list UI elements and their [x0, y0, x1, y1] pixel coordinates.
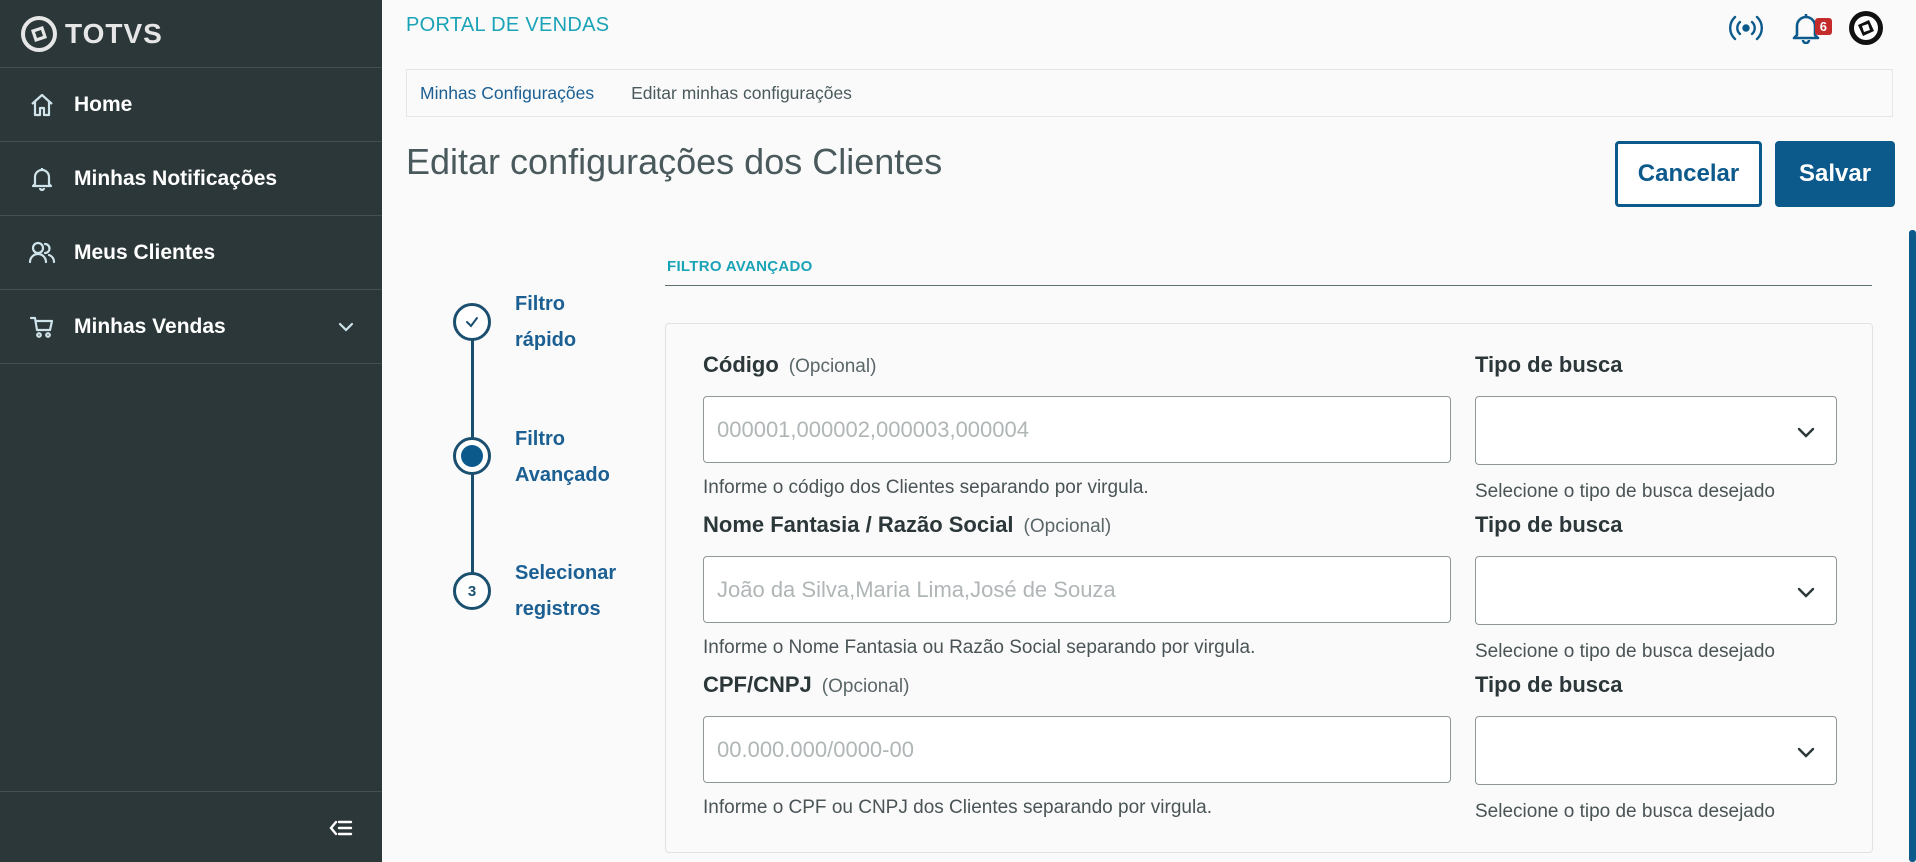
codigo-help: Informe o código dos Clientes separando … [703, 477, 1149, 498]
input-placeholder: João da Silva,Maria Lima,José de Souza [717, 576, 1116, 602]
page-title: Editar configurações dos Clientes [406, 141, 943, 182]
active-step-dot [461, 445, 483, 467]
save-button[interactable]: Salvar [1775, 141, 1895, 207]
step-3-label[interactable]: Selecionar registros [515, 555, 635, 627]
sidebar-item-label: Meus Clientes [74, 240, 216, 264]
user-profile-button[interactable] [1846, 8, 1886, 48]
search-type-select-cpf[interactable] [1475, 716, 1837, 785]
cpf-cnpj-help: Informe o CPF ou CNPJ dos Clientes separ… [703, 797, 1213, 818]
chevron-down-icon [1797, 427, 1815, 438]
step-1-circle[interactable] [453, 303, 491, 341]
totvs-logo-icon [1849, 11, 1883, 45]
sidebar-item-home[interactable]: Home [0, 68, 382, 142]
sidebar-item-notifications[interactable]: Minhas Notificações [0, 142, 382, 216]
nome-help: Informe o Nome Fantasia ou Razão Social … [703, 637, 1256, 658]
step-2-label[interactable]: Filtro Avançado [515, 421, 635, 493]
brand-name: TOTVS [65, 17, 163, 49]
chevron-down-icon[interactable] [336, 317, 356, 337]
breadcrumb: Minhas Configurações Editar minhas confi… [406, 69, 1893, 117]
input-placeholder: 000001,000002,000003,000004 [717, 416, 1029, 442]
field-label-text: Nome Fantasia / Razão Social [703, 512, 1014, 537]
page-scrollbar[interactable] [1909, 230, 1916, 862]
step-label-line1: Selecionar [515, 562, 617, 584]
advanced-filter-form: Código (Opcional) 000001,000002,000003,00… [665, 323, 1873, 853]
step-3-circle[interactable]: 3 [453, 572, 491, 610]
cancel-button[interactable]: Cancelar [1615, 141, 1762, 207]
optional-tag: (Opcional) [788, 356, 877, 377]
field-label-nome: Nome Fantasia / Razão Social (Opcional) [703, 512, 1111, 538]
chevron-down-icon [1797, 747, 1815, 758]
notifications-button[interactable]: 6 [1786, 8, 1832, 48]
users-icon [28, 239, 56, 267]
home-icon [28, 91, 56, 119]
section-divider [665, 285, 1872, 286]
sidebar-item-sales[interactable]: Minhas Vendas [0, 290, 382, 364]
header-actions: 6 [1726, 8, 1886, 48]
notification-badge: 6 [1814, 18, 1832, 35]
step-label-line2: Avançado [515, 464, 610, 486]
collapse-menu-icon[interactable] [326, 814, 354, 842]
step-2-circle[interactable] [453, 437, 491, 475]
search-type-help: Selecione o tipo de busca desejado [1475, 481, 1776, 502]
search-type-help: Selecione o tipo de busca desejado [1475, 641, 1776, 662]
breadcrumb-link[interactable]: Minhas Configurações [420, 83, 594, 104]
sidebar-item-label: Minhas Vendas [74, 314, 226, 338]
field-label-text: Código [703, 352, 779, 377]
chevron-down-icon [1797, 587, 1815, 598]
step-label-line1: Filtro [515, 293, 565, 315]
check-icon [466, 317, 478, 328]
codigo-input[interactable]: 000001,000002,000003,000004 [703, 396, 1451, 463]
search-type-label: Tipo de busca [1475, 672, 1623, 697]
search-type-help: Selecione o tipo de busca desejado [1475, 801, 1776, 822]
step-number: 3 [467, 582, 477, 600]
optional-tag: (Opcional) [821, 676, 910, 697]
search-type-label: Tipo de busca [1475, 512, 1623, 537]
cart-icon [28, 313, 56, 341]
sidebar-item-clients[interactable]: Meus Clientes [0, 216, 382, 290]
sidebar-item-label: Home [74, 92, 133, 116]
field-label-cpf: CPF/CNPJ (Opcional) [703, 672, 909, 698]
section-title: FILTRO AVANÇADO [667, 258, 813, 275]
field-label-codigo: Código (Opcional) [703, 352, 876, 378]
input-placeholder: 00.000.000/0000-00 [717, 736, 914, 762]
breadcrumb-current: Editar minhas configurações [631, 82, 852, 103]
step-label-line2: registros [515, 598, 601, 620]
field-label-text: CPF/CNPJ [703, 672, 812, 697]
step-label-line2: rápido [515, 329, 577, 351]
step-1-label[interactable]: Filtro rápido [515, 286, 635, 358]
search-type-select-nome[interactable] [1475, 556, 1837, 625]
optional-tag: (Opcional) [1023, 516, 1112, 537]
brand[interactable]: TOTVS [0, 0, 382, 68]
search-type-label: Tipo de busca [1475, 352, 1623, 377]
search-type-select-codigo[interactable] [1475, 396, 1837, 465]
portal-title: PORTAL DE VENDAS [406, 14, 610, 36]
nome-input[interactable]: João da Silva,Maria Lima,José de Souza [703, 556, 1451, 623]
sidebar-item-label: Minhas Notificações [74, 166, 278, 190]
sidebar-footer [0, 791, 382, 862]
totvs-logo-icon [21, 15, 57, 52]
sidebar: TOTVS Home Minhas Notificações Meus Clie… [0, 0, 382, 862]
signal-icon[interactable] [1726, 8, 1766, 48]
bell-icon [28, 165, 56, 193]
step-label-line1: Filtro [515, 428, 565, 450]
cpf-cnpj-input[interactable]: 00.000.000/0000-00 [703, 716, 1451, 783]
